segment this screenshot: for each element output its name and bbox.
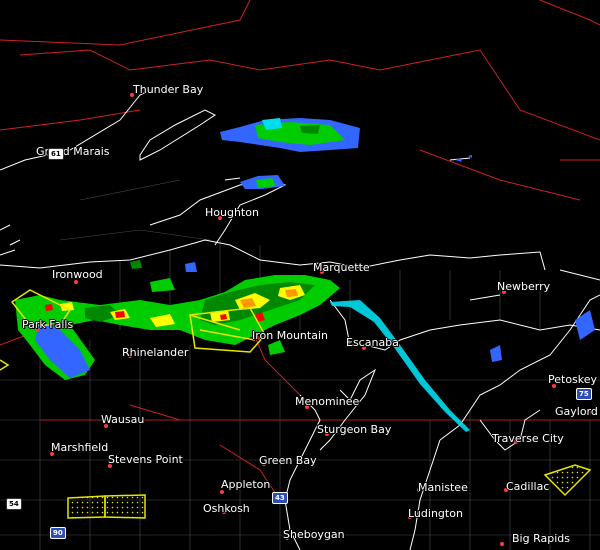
city-label-iron-mountain: Iron Mountain — [252, 329, 328, 342]
city-label-petoskey: Petoskey — [548, 373, 598, 386]
route-shield-i-90: 90 — [50, 527, 66, 539]
city-label-ironwood: Ironwood — [52, 268, 103, 281]
city-label-appleton: Appleton — [221, 478, 271, 491]
city-label-wausau: Wausau — [101, 413, 145, 426]
city-dot — [500, 542, 504, 546]
city-label-manistee: Manistee — [418, 481, 468, 494]
route-shield-us-54: 54 — [6, 498, 22, 510]
route-shield-us-61: 61 — [48, 148, 64, 160]
city-label-thunder-bay: Thunder Bay — [133, 83, 204, 96]
city-label-houghton: Houghton — [205, 206, 259, 219]
city-label-sheboygan: Sheboygan — [283, 528, 345, 541]
city-label-oshkosh: Oshkosh — [203, 502, 250, 515]
city-label-ludington: Ludington — [408, 507, 463, 520]
city-label-big-rapids: Big Rapids — [512, 532, 570, 545]
city-label-park-falls: Park Falls — [22, 318, 74, 331]
city-label-menominee: Menominee — [295, 395, 360, 408]
city-label-stevens-point: Stevens Point — [108, 453, 183, 466]
city-label-traverse-city: Traverse City — [492, 432, 564, 445]
city-label-marquette: Marquette — [313, 261, 370, 274]
city-label-gaylord: Gaylord — [555, 405, 598, 418]
radar-map: Thunder Bay Grand Marais Houghton Marque… — [0, 0, 600, 550]
city-label-sturgeon-bay: Sturgeon Bay — [317, 423, 392, 436]
route-shield-i-43: 43 — [272, 492, 288, 504]
city-label-cadillac: Cadillac — [506, 480, 550, 493]
city-label-rhinelander: Rhinelander — [122, 346, 189, 359]
city-label-green-bay: Green Bay — [259, 454, 317, 467]
city-label-newberry: Newberry — [497, 280, 551, 293]
route-shield-i-75: 75 — [576, 388, 592, 400]
city-label-marshfield: Marshfield — [51, 441, 109, 454]
city-label-escanaba: Escanaba — [346, 336, 399, 349]
